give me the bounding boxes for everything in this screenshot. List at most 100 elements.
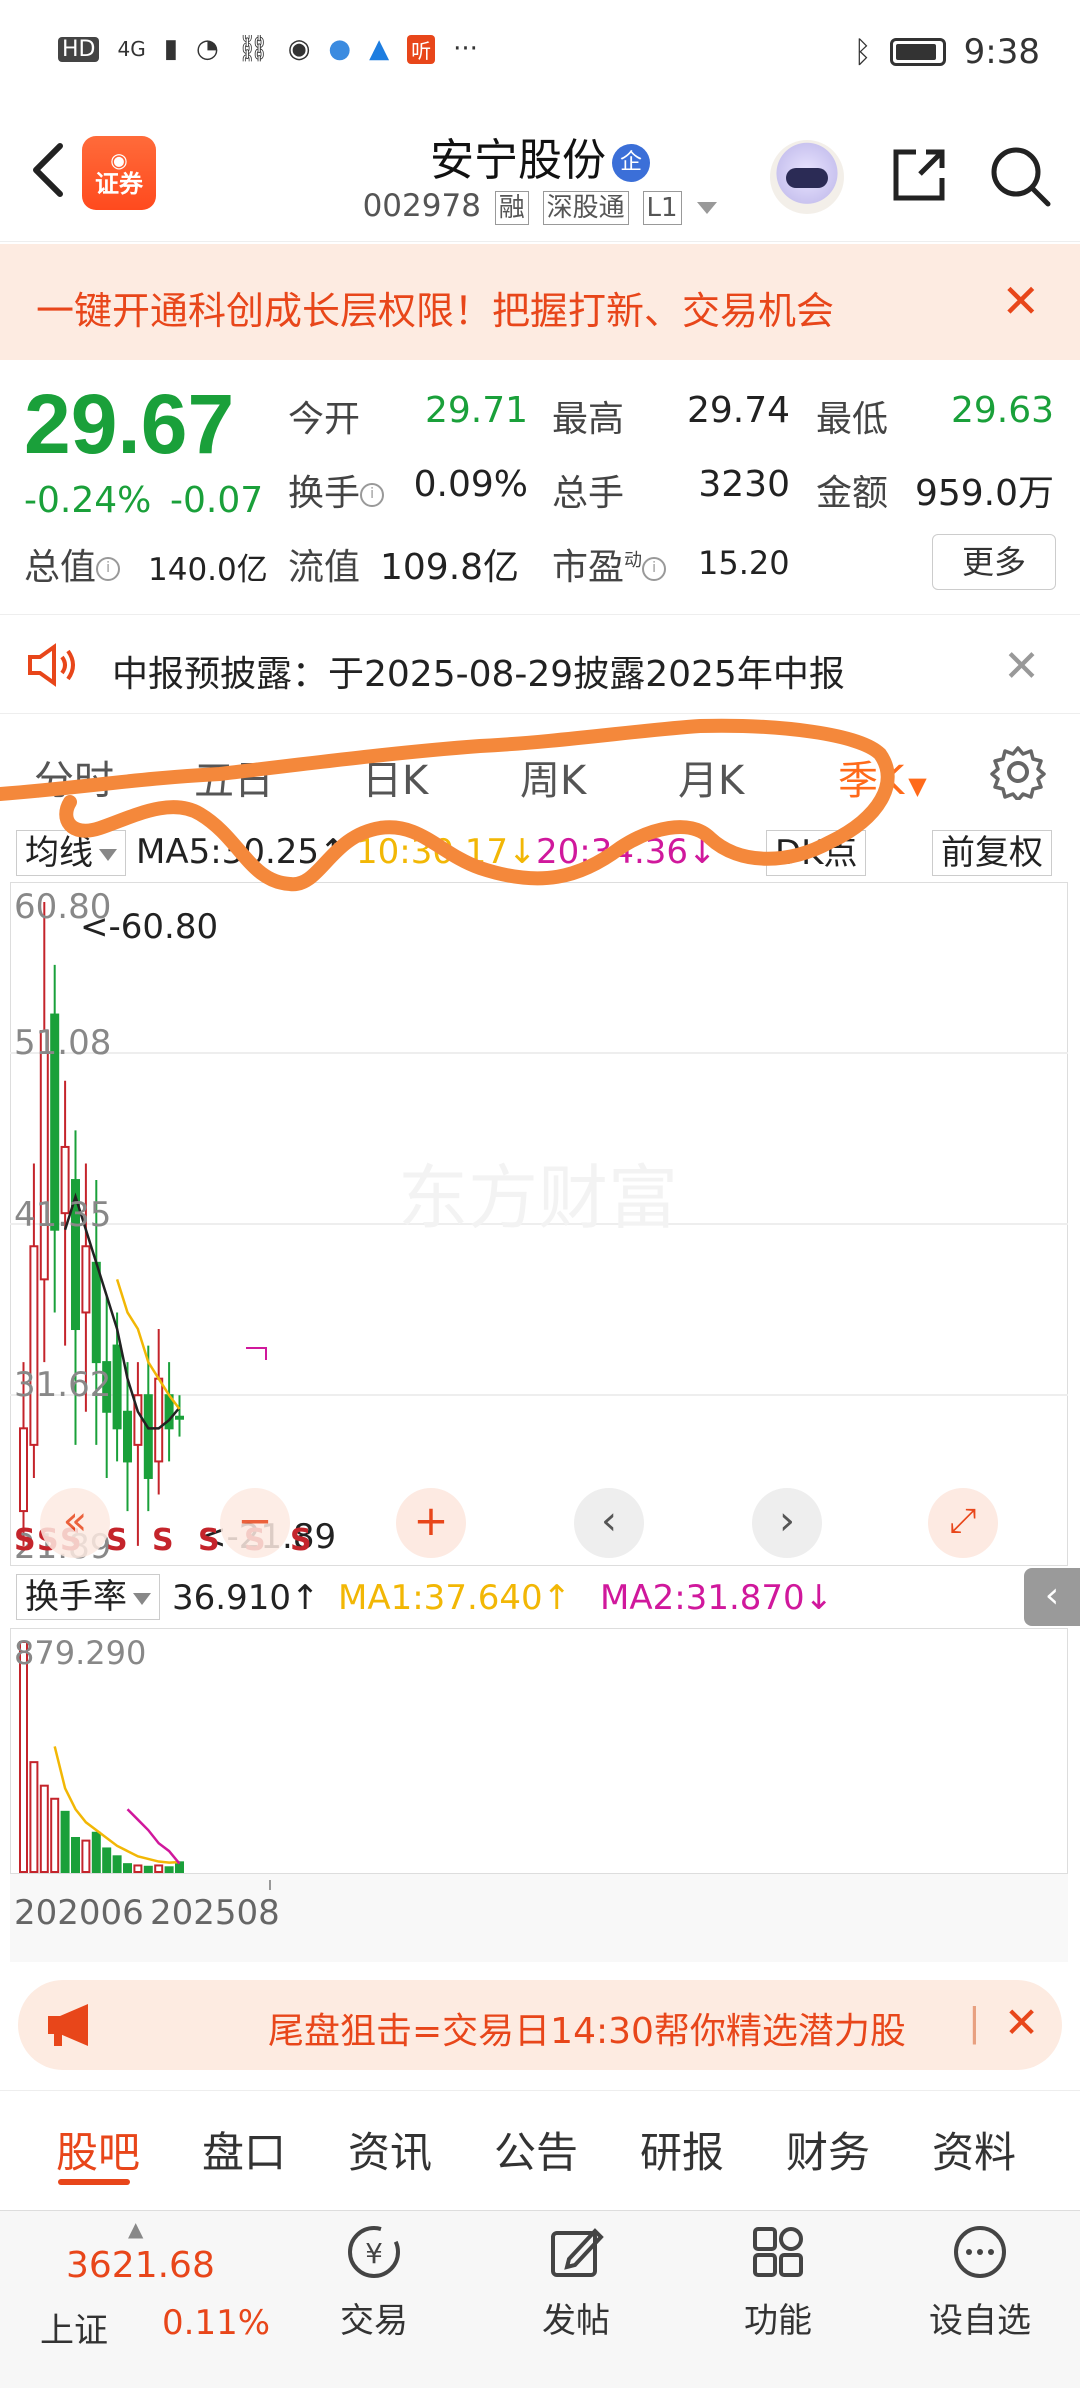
amount-value: 959.0万 (914, 473, 1054, 514)
index-value: 3621.68 (66, 2245, 215, 2286)
info-icon[interactable]: i (642, 557, 667, 581)
change-pct: -0.24% (24, 480, 152, 521)
turnover-current: 36.910↑ (172, 1578, 320, 1618)
settings-gear-icon[interactable] (990, 744, 1046, 800)
close-icon[interactable]: ✕ (1004, 1998, 1039, 2047)
app-root: HD 4G ▮ ◔ ⛓ ◉ ● ▲ 听 ··· ᛒ 9:38 ◉ 证券 安宁股份… (0, 0, 1080, 2388)
chevron-left-icon[interactable]: ‹ (574, 1488, 644, 1558)
turnover-ma2: MA2:31.870↓ (600, 1578, 834, 1618)
info-icon[interactable]: i (360, 483, 385, 507)
search-icon[interactable] (988, 144, 1052, 208)
nav-post[interactable]: 发帖 (506, 2221, 646, 2342)
nav-functions[interactable]: 功能 (708, 2221, 848, 2342)
kline-chart[interactable]: 东方财富 60.80 51.08 41.35 31.62 21.89 <-60.… (0, 718, 1069, 1567)
turnover-label: 换手 i (288, 464, 385, 516)
svg-text:¥: ¥ (365, 2237, 383, 2270)
expand-icon[interactable]: ⤢ (928, 1488, 998, 1558)
more-button[interactable]: 更多 (932, 534, 1056, 590)
disclosure-notice[interactable]: 中报预披露：于2025-08-29披露2025年中报 ✕ (0, 614, 1080, 714)
zoom-out-left-button[interactable]: « (40, 1488, 110, 1558)
nav-trade-label: 交易 (340, 2301, 408, 2341)
minus-button[interactable]: − (220, 1488, 290, 1558)
wifi-icon: ◔ (196, 34, 219, 64)
turnover-value: 0.09% (413, 464, 528, 505)
snipe-text: 尾盘狙击=交易日14:30帮你精选潜力股 (268, 2011, 906, 2052)
promo-banner[interactable]: 一键开通科创成长层权限！把握打新、交易机会 ✕ (0, 244, 1080, 360)
nav-functions-label: 功能 (744, 2301, 812, 2341)
turnover-bar (154, 1864, 164, 1873)
divider: | (968, 2000, 981, 2044)
mktcap-value: 140.0亿 (148, 552, 268, 588)
share-icon[interactable] (888, 144, 950, 206)
candle-body (112, 1344, 122, 1430)
candle-body (39, 1030, 49, 1281)
assistant-robot-icon[interactable] (770, 140, 844, 214)
status-bar: HD 4G ▮ ◔ ⛓ ◉ ● ▲ 听 ··· ᛒ 9:38 (0, 0, 1080, 100)
nav-watchlist[interactable]: 设自选 (910, 2221, 1050, 2342)
current-price: 29.67 (24, 377, 235, 471)
candle-body (29, 1245, 39, 1446)
candle-body (154, 1377, 164, 1463)
mktcap-label: 总值 i (24, 538, 121, 590)
tab-profile[interactable]: 资料 (932, 2119, 1016, 2180)
low-label: 最低 (816, 399, 889, 440)
plus-button[interactable]: + (396, 1488, 466, 1558)
index-ticker[interactable]: ▲ 3621.68 上证 0.11% (0, 2211, 290, 2381)
turnover-bar (143, 1865, 153, 1874)
x-end-label: 202508 (150, 1893, 280, 1933)
turnover-bar (123, 1863, 132, 1873)
clock: 9:38 (963, 32, 1040, 72)
tab-announcements[interactable]: 公告 (494, 2119, 578, 2180)
stock-header: ◉ 证券 安宁股份企 002978 融 深股通 L1 (0, 100, 1080, 242)
turnover-svg: 879.290 202006 202508 (9, 1627, 1069, 1962)
turnover-ma1: MA1:37.640↑ (338, 1578, 572, 1618)
annotation-scribble (0, 718, 895, 892)
signal-icon: ▮ (163, 34, 179, 64)
grid-icon (753, 2227, 803, 2277)
tab-finance[interactable]: 财务 (786, 2119, 870, 2180)
caret-down-icon: ▼ (908, 772, 927, 800)
turnover-bar (112, 1855, 122, 1874)
app-icon-listen: 听 (407, 34, 436, 64)
info-icon[interactable]: i (96, 557, 121, 581)
chevron-right-icon[interactable]: › (752, 1488, 822, 1558)
collapse-panel-button[interactable]: ‹ (1024, 1568, 1080, 1626)
turnover-bar (91, 1831, 101, 1873)
tab-orderbook[interactable]: 盘口 (202, 2119, 286, 2180)
high-value: 29.74 (686, 390, 790, 431)
enterprise-badge: 企 (612, 144, 650, 182)
sell-signal-mark: S (152, 1523, 174, 1558)
app-icon-blue: ● (328, 34, 352, 64)
tail-snipe-banner[interactable]: 尾盘狙击=交易日14:30帮你精选潜力股 | ✕ (18, 1980, 1062, 2070)
y-tick-label: 41.35 (14, 1195, 111, 1235)
turnover-bar (19, 1641, 28, 1873)
candle-body (143, 1394, 153, 1479)
turnover-bar (50, 1797, 60, 1874)
tab-research[interactable]: 研报 (640, 2119, 724, 2180)
close-icon[interactable]: ✕ (1001, 278, 1040, 324)
link-icon: ⛓ (236, 34, 270, 64)
active-tab-underline (58, 2179, 130, 2185)
adjust-button[interactable]: 前复权 (932, 830, 1052, 876)
status-right: ᛒ 9:38 (854, 32, 1040, 72)
close-icon[interactable]: ✕ (1003, 641, 1040, 692)
speaker-icon (28, 643, 75, 687)
sell-signal-mark: S (198, 1523, 220, 1558)
tab-news[interactable]: 资讯 (348, 2119, 432, 2180)
change-amt: -0.07 (170, 480, 264, 521)
candle-body (19, 1427, 28, 1513)
connect-tag: 深股通 (542, 191, 629, 225)
turnover-bar (71, 1836, 80, 1873)
nav-trade[interactable]: ¥ 交易 (304, 2221, 444, 2342)
more-status-icon: ··· (453, 34, 478, 64)
tab-forum[interactable]: 股吧 (56, 2119, 140, 2180)
nav-post-label: 发帖 (542, 2301, 610, 2341)
turnover-chart[interactable]: 879.290 202006 202508 (9, 1627, 1069, 1962)
open-value: 29.71 (424, 390, 528, 431)
float-value: 109.8亿 (380, 547, 520, 588)
y-tick-label: 31.62 (14, 1365, 111, 1405)
candle-body (81, 1245, 91, 1314)
sell-signal-mark: S (290, 1523, 312, 1558)
edit-icon (551, 2228, 604, 2277)
turnover-selector[interactable]: 换手率 (16, 1574, 160, 1620)
